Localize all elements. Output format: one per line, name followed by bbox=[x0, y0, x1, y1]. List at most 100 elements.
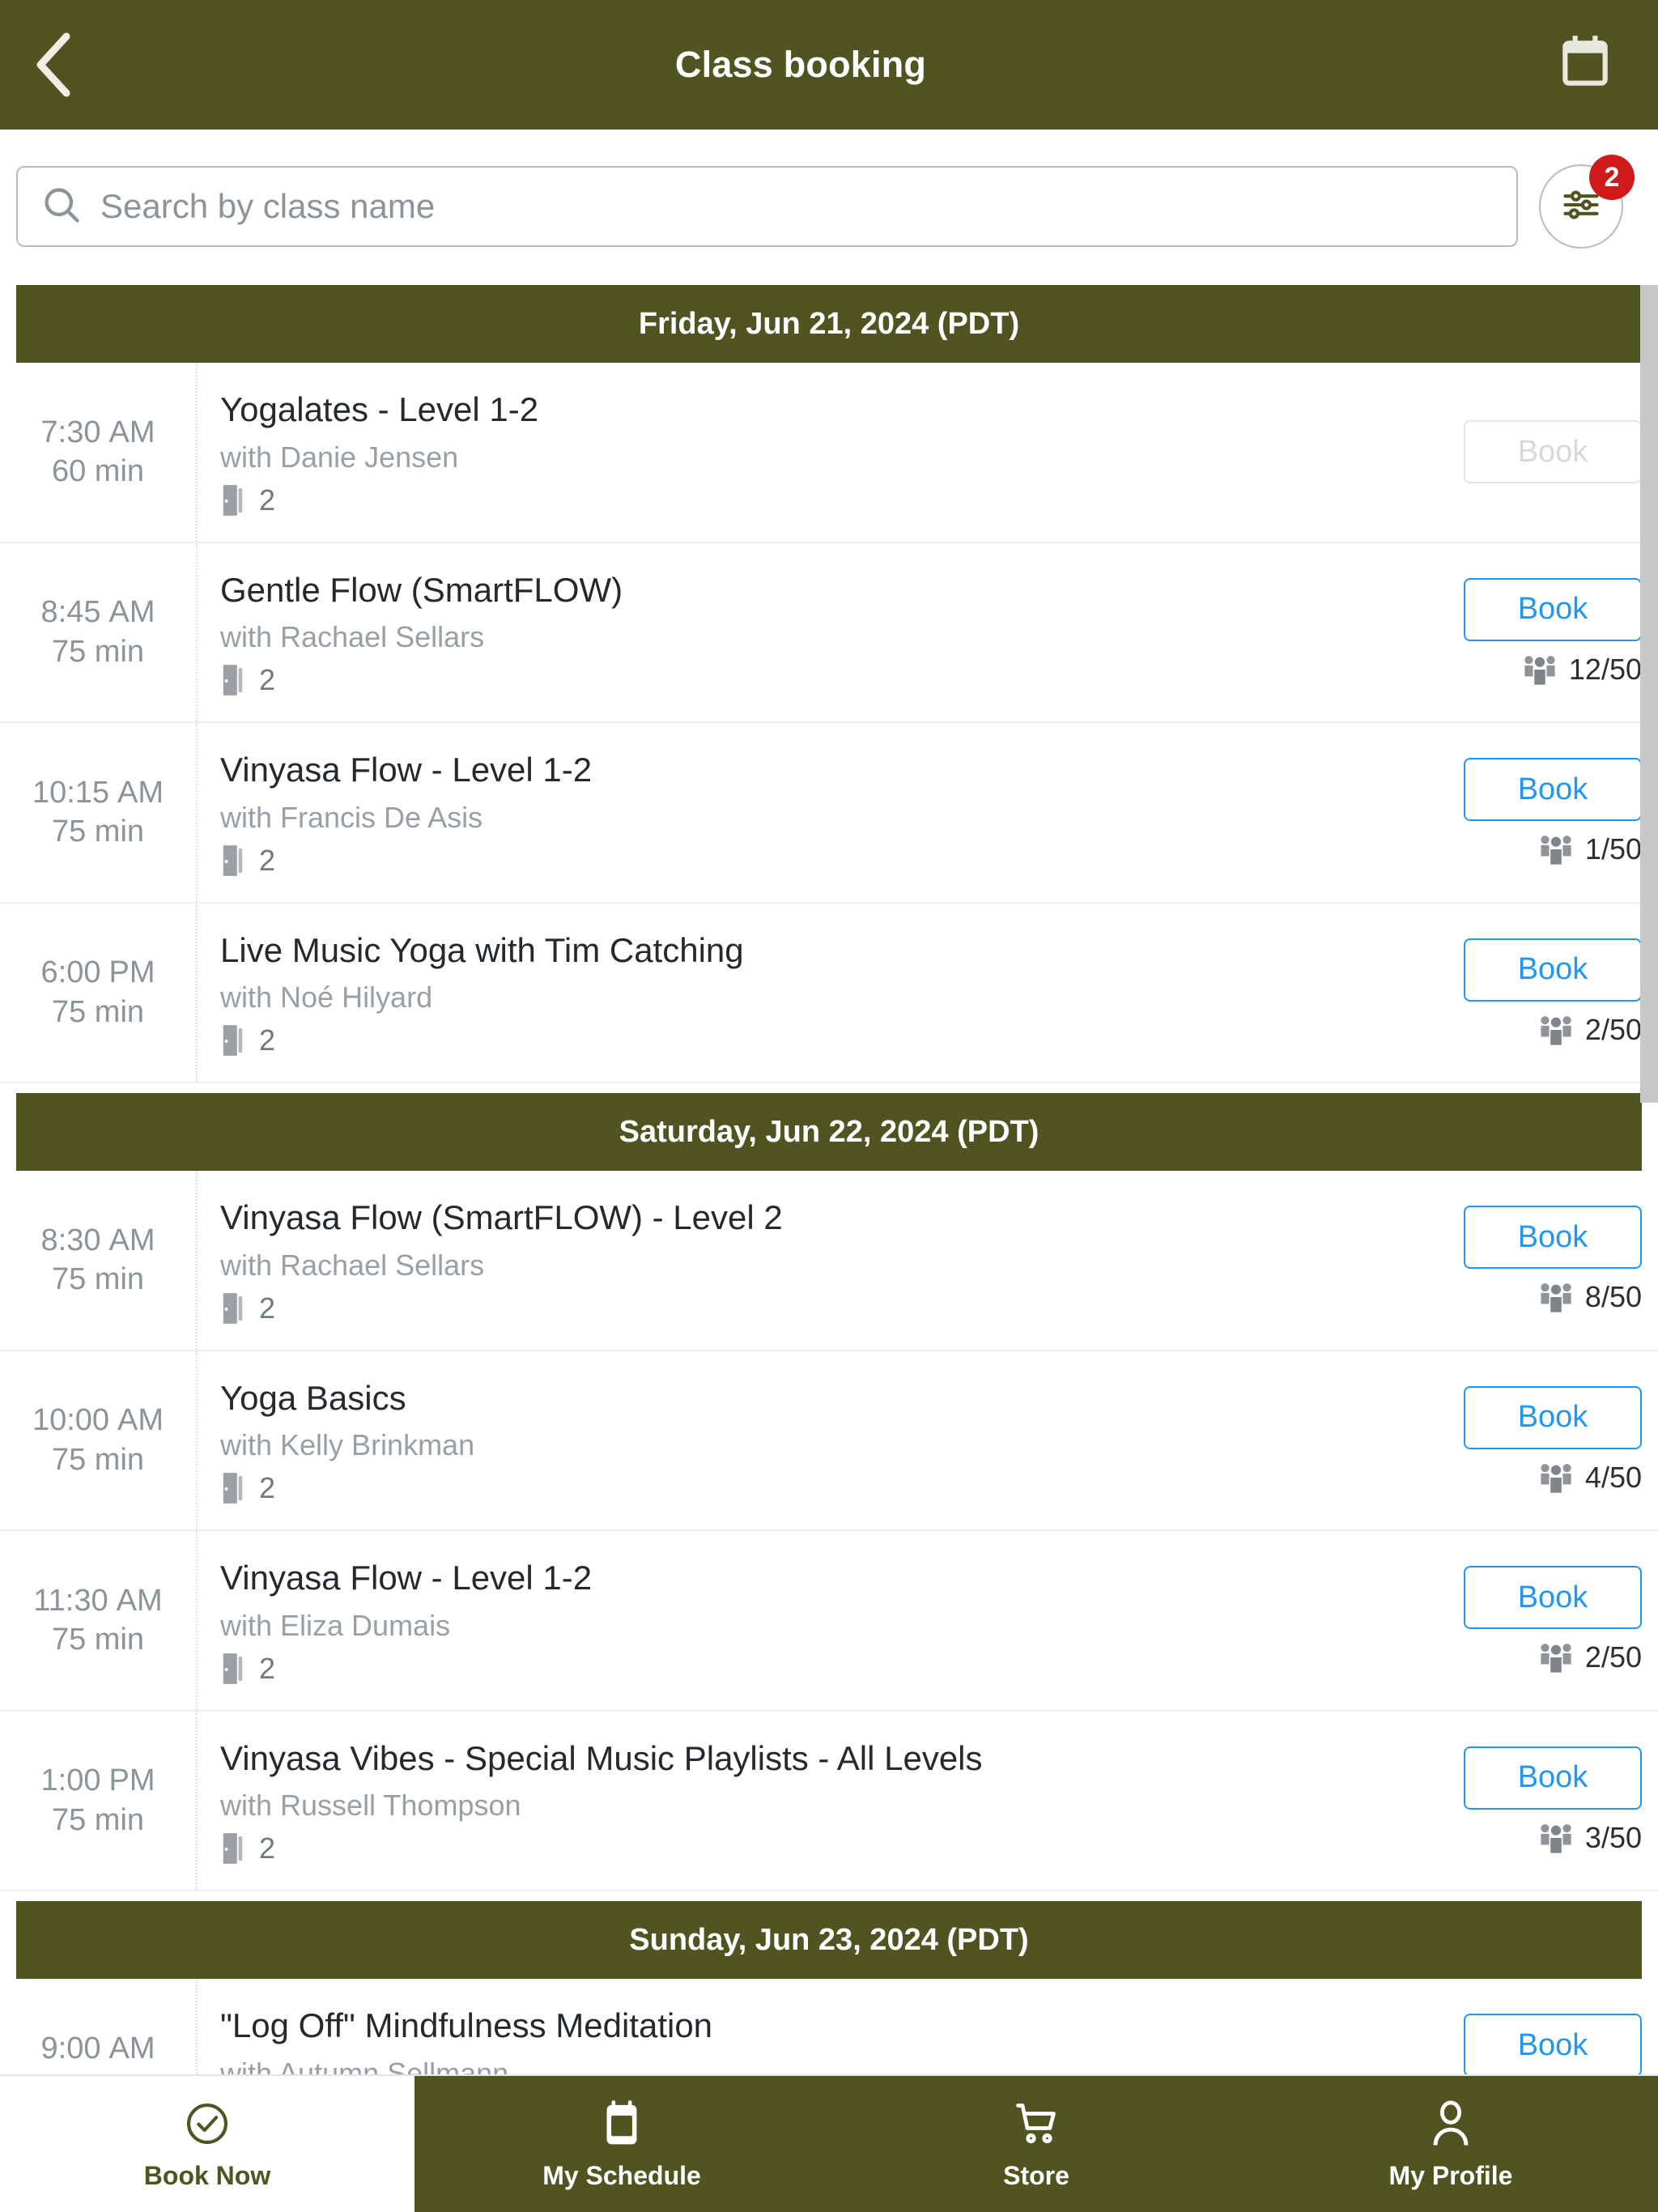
class-row[interactable]: 11:30 AM 75 min Vinyasa Flow - Level 1-2 wit… bbox=[0, 1531, 1658, 1712]
class-room: 2 bbox=[220, 1652, 1415, 1686]
class-start-time: 8:30 AM bbox=[40, 1223, 155, 1257]
class-info-column: Vinyasa Vibes - Special Music Playlists … bbox=[198, 1712, 1415, 1891]
cart-icon bbox=[1012, 2099, 1061, 2148]
class-action-column: Book 8/50 bbox=[1415, 1171, 1658, 1350]
class-action-column: Book 1/50 bbox=[1415, 723, 1658, 902]
class-name: Vinyasa Flow (SmartFLOW) - Level 2 bbox=[220, 1198, 783, 1236]
filter-button-wrap: 2 bbox=[1539, 155, 1635, 249]
search-row: 2 bbox=[0, 130, 1658, 283]
class-room-number: 2 bbox=[259, 1651, 276, 1685]
nav-item-label: Store bbox=[1003, 2160, 1069, 2190]
class-duration: 75 min bbox=[51, 994, 145, 1029]
search-input[interactable] bbox=[100, 187, 1436, 226]
book-button[interactable]: Book bbox=[1464, 577, 1642, 641]
nav-item-my-schedule[interactable]: My Schedule bbox=[414, 2076, 829, 2212]
class-row[interactable]: 1:00 PM 75 min Vinyasa Vibes - Special Musi… bbox=[0, 1711, 1658, 1891]
search-box[interactable] bbox=[16, 166, 1518, 247]
class-instructor: with Russell Thompson bbox=[220, 1789, 521, 1822]
class-row[interactable]: 8:45 AM 75 min Gentle Flow (SmartFLOW) with … bbox=[0, 542, 1658, 723]
class-capacity: 2/50 bbox=[1538, 1640, 1642, 1674]
filter-count-badge: 2 bbox=[1589, 155, 1635, 200]
nav-item-my-profile[interactable]: My Profile bbox=[1244, 2076, 1658, 2212]
class-instructor: with Autumn Sellmann bbox=[220, 2056, 509, 2075]
class-start-time: 8:45 AM bbox=[40, 595, 155, 630]
nav-item-book-now[interactable]: Book Now bbox=[0, 2076, 414, 2212]
people-icon bbox=[1522, 653, 1558, 686]
class-action-column: Book 3/50 bbox=[1415, 1712, 1658, 1891]
book-button[interactable]: Book bbox=[1464, 2014, 1642, 2074]
class-time-column: 7:30 AM 60 min bbox=[0, 363, 198, 542]
class-start-time: 7:30 AM bbox=[40, 415, 155, 449]
calendar-icon bbox=[599, 2099, 644, 2148]
door-icon bbox=[220, 1291, 248, 1325]
class-instructor: with Noé Hilyard bbox=[220, 981, 433, 1014]
people-icon bbox=[1538, 1822, 1574, 1854]
class-info-column: Yogalates - Level 1-2 with Danie Jensen 2 bbox=[198, 363, 1415, 542]
class-row[interactable]: 8:30 AM 75 min Vinyasa Flow (SmartFLOW) - L… bbox=[0, 1171, 1658, 1351]
class-name: Vinyasa Flow - Level 1-2 bbox=[220, 1559, 593, 1597]
class-row[interactable]: 6:00 PM 75 min Live Music Yoga with Tim Cat… bbox=[0, 903, 1658, 1083]
class-capacity-value: 8/50 bbox=[1584, 1280, 1642, 1314]
class-capacity-value: 3/50 bbox=[1584, 1820, 1642, 1854]
nav-icon-wrap bbox=[184, 2098, 231, 2150]
schedule-list[interactable]: Friday, Jun 21, 2024 (PDT) 7:30 AM 60 min Yo… bbox=[0, 285, 1658, 2074]
class-start-time: 1:00 PM bbox=[40, 1763, 155, 1798]
class-info-column: Gentle Flow (SmartFLOW) with Rachael Sell… bbox=[198, 543, 1415, 722]
class-room-number: 2 bbox=[259, 1471, 276, 1504]
search-icon bbox=[40, 184, 83, 230]
class-room: 2 bbox=[220, 1291, 1415, 1325]
class-duration: 75 min bbox=[51, 815, 145, 849]
class-action-column: Book 4/50 bbox=[1415, 1351, 1658, 1530]
calendar-button[interactable] bbox=[1512, 0, 1658, 130]
class-instructor: with Kelly Brinkman bbox=[220, 1428, 475, 1461]
class-start-time: 11:30 AM bbox=[33, 1583, 163, 1618]
class-time-column: 10:15 AM 75 min bbox=[0, 723, 198, 902]
class-info-column: Live Music Yoga with Tim Catching with No… bbox=[198, 904, 1415, 1083]
scrollbar-thumb[interactable] bbox=[1640, 285, 1658, 1103]
day-header: Sunday, Jun 23, 2024 (PDT) bbox=[16, 1901, 1642, 1979]
class-start-time: 10:15 AM bbox=[32, 775, 164, 810]
class-capacity-value: 1/50 bbox=[1584, 832, 1642, 866]
class-row[interactable]: 10:15 AM 75 min Vinyasa Flow - Level 1-2 wit… bbox=[0, 723, 1658, 904]
class-room-number: 2 bbox=[259, 483, 276, 517]
bottom-navigation: Book Now My Schedule Store My Profile bbox=[0, 2074, 1658, 2212]
class-room-number: 2 bbox=[259, 843, 276, 877]
class-row[interactable]: 7:30 AM 60 min Yogalates - Level 1-2 with Da… bbox=[0, 363, 1658, 543]
class-row[interactable]: 9:00AM 45 min "Log Off" Mindfulness Medita… bbox=[0, 1979, 1658, 2074]
class-name: Yoga Basics bbox=[220, 1378, 406, 1417]
class-duration: 75 min bbox=[51, 634, 145, 669]
class-instructor: with Francis De Asis bbox=[220, 800, 483, 834]
class-room-number: 2 bbox=[259, 1831, 276, 1865]
class-row[interactable]: 10:00 AM 75 min Yoga Basics with Kelly Brink… bbox=[0, 1351, 1658, 1531]
class-name: "Log Off" Mindfulness Meditation bbox=[220, 2006, 713, 2044]
class-booking-screen: Class booking Search by class name 2 Fri… bbox=[0, 0, 1658, 2212]
door-icon bbox=[220, 1471, 248, 1505]
class-time-column: 6:00 PM 75 min bbox=[0, 903, 198, 1082]
scrollbar[interactable] bbox=[1640, 285, 1658, 2074]
book-button[interactable]: Book bbox=[1464, 938, 1642, 1002]
book-button[interactable]: Book bbox=[1464, 1385, 1642, 1449]
book-button[interactable]: Book bbox=[1464, 1566, 1642, 1630]
book-button[interactable]: Book bbox=[1464, 1206, 1642, 1270]
class-room-number: 2 bbox=[259, 1291, 276, 1325]
class-capacity: 3/50 bbox=[1538, 1821, 1642, 1855]
people-icon bbox=[1538, 1461, 1574, 1494]
class-room-number: 2 bbox=[259, 663, 276, 696]
class-name: Vinyasa Flow - Level 1-2 bbox=[220, 751, 593, 789]
class-action-column: Book2/50 bbox=[1415, 904, 1658, 1083]
nav-icon-wrap bbox=[1428, 2098, 1473, 2150]
class-instructor: with Rachael Sellars bbox=[220, 620, 485, 653]
app-bar: Class booking bbox=[0, 0, 1658, 130]
book-button[interactable]: Book bbox=[1464, 1746, 1642, 1810]
people-icon bbox=[1538, 1281, 1574, 1313]
class-instructor: with Danie Jensen bbox=[220, 440, 459, 474]
class-action-column: Book2/50 bbox=[1415, 1979, 1658, 2074]
class-instructor: with Eliza Dumais bbox=[220, 1608, 451, 1642]
class-capacity-value: 2/50 bbox=[1584, 1640, 1642, 1674]
calendar-check-icon bbox=[1555, 33, 1615, 97]
class-name: Yogalates - Level 1-2 bbox=[220, 390, 539, 428]
nav-item-store[interactable]: Store bbox=[829, 2076, 1244, 2212]
class-capacity: 4/50 bbox=[1538, 1461, 1642, 1495]
book-button[interactable]: Book bbox=[1464, 758, 1642, 822]
class-time-column: 11:30 AM 75 min bbox=[0, 1531, 198, 1710]
